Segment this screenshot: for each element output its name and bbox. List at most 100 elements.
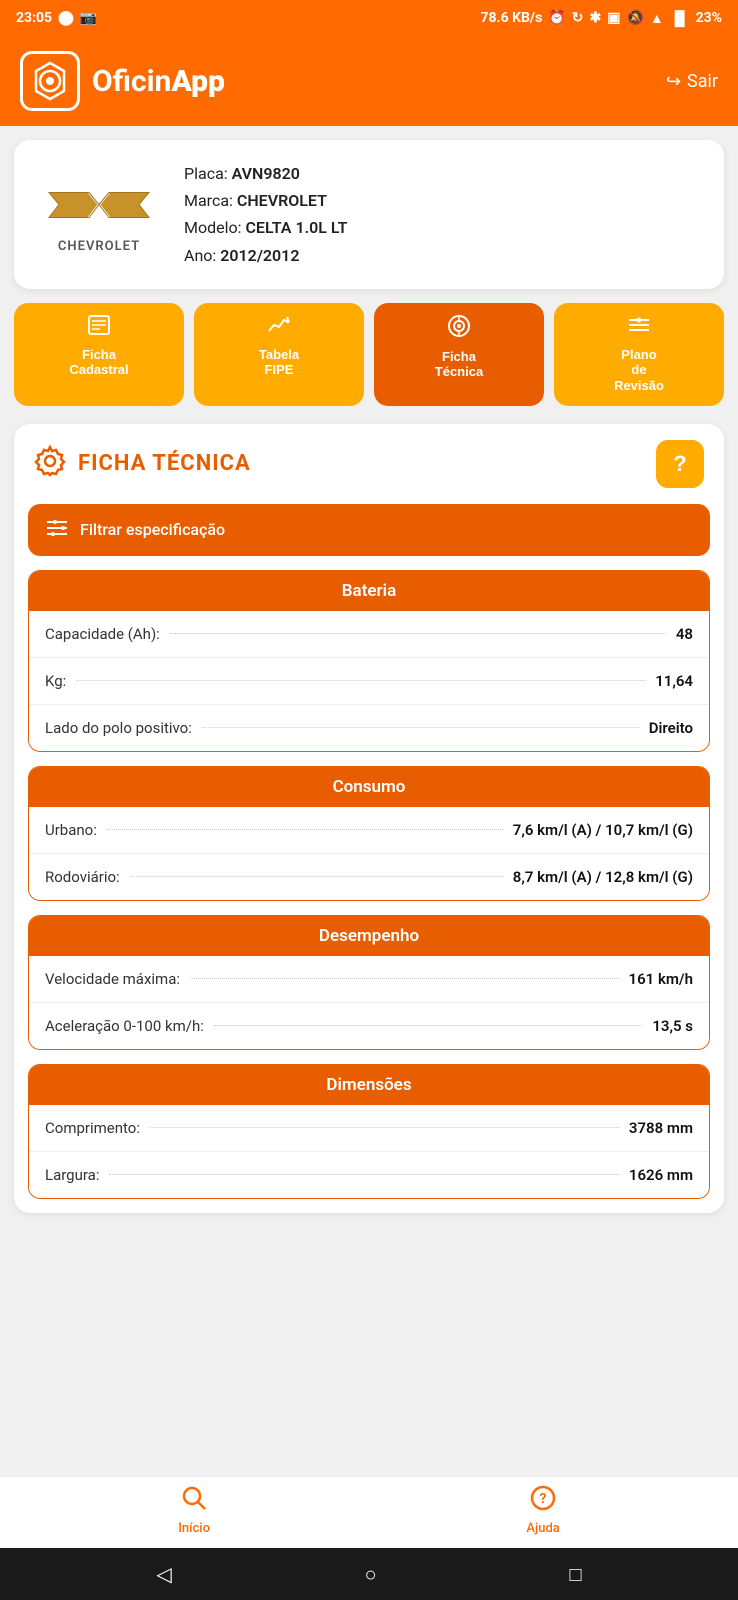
spec-dots-velocidade — [190, 978, 619, 979]
status-bar-right: 78.6 KB/s ⏰ ↻ ✱ ▣ 🔕 ▲ ▐▌ 23% — [480, 10, 722, 27]
spec-section-dimensoes: Dimensões Comprimento: 3788 mm Largura: … — [28, 1064, 710, 1199]
brand-value: CHEVROLET — [237, 191, 327, 210]
tab-buttons: FichaCadastral TabelaFIPE — [14, 303, 724, 410]
android-recent-button[interactable]: □ — [569, 1562, 581, 1587]
spec-label-polo: Lado do polo positivo: — [45, 719, 192, 737]
spec-dots-comprimento — [150, 1127, 619, 1128]
help-circle-icon: ? — [530, 1485, 556, 1517]
main-content: CHEVROLET Placa: AVN9820 Marca: CHEVROLE… — [0, 126, 738, 1476]
app-logo-icon — [20, 51, 80, 111]
year-value: 2012/2012 — [220, 246, 299, 265]
spec-row-aceleracao: Aceleração 0-100 km/h: 13,5 s — [29, 1003, 709, 1049]
plate-label: Placa: — [184, 164, 232, 183]
android-back-button[interactable]: ◁ — [156, 1562, 171, 1586]
spec-value-polo: Direito — [649, 719, 693, 737]
filter-label: Filtrar especificação — [80, 520, 225, 539]
bottom-nav: Início ? Ajuda — [0, 1476, 738, 1548]
vehicle-logo-area: CHEVROLET — [34, 175, 164, 254]
app-name: OficinApp — [92, 64, 225, 99]
nav-inicio-label: Início — [178, 1521, 210, 1536]
tab-tabela-fipe[interactable]: TabelaFIPE — [194, 303, 364, 406]
spec-section-desempenho: Desempenho Velocidade máxima: 161 km/h A… — [28, 915, 710, 1050]
spec-value-largura: 1626 mm — [629, 1166, 693, 1184]
model-label: Modelo: — [184, 218, 245, 237]
model-value: CELTA 1.0L LT — [245, 218, 347, 237]
logo-svg — [30, 61, 70, 101]
spec-row-largura: Largura: 1626 mm — [29, 1152, 709, 1198]
tab-plano-revisao[interactable]: PlanodeRevisão — [554, 303, 724, 406]
ficha-title-area: FICHA TÉCNICA — [34, 445, 251, 483]
app-name-bold: App — [171, 64, 225, 99]
spec-row-urbano: Urbano: 7,6 km/l (A) / 10,7 km/l (G) — [29, 807, 709, 854]
logout-button[interactable]: ↪ Sair — [666, 71, 718, 92]
spec-value-aceleracao: 13,5 s — [652, 1017, 693, 1035]
ficha-title-text: FICHA TÉCNICA — [78, 451, 251, 476]
spec-section-consumo: Consumo Urbano: 7,6 km/l (A) / 10,7 km/l… — [28, 766, 710, 901]
status-bluetooth-icon: ✱ — [589, 10, 601, 26]
vehicle-brand-text: CHEVROLET — [58, 239, 140, 254]
spec-row-velocidade: Velocidade máxima: 161 km/h — [29, 956, 709, 1003]
status-bar-left: 23:05 ⬤ 📷 — [16, 10, 97, 26]
spec-dots-urbano — [107, 829, 503, 830]
spec-label-kg: Kg: — [45, 672, 66, 690]
spec-value-velocidade: 161 km/h — [629, 970, 693, 988]
android-home-button[interactable]: ○ — [365, 1562, 377, 1587]
logo-area: OficinApp — [20, 51, 225, 111]
status-time: 23:05 — [16, 10, 52, 26]
header: OficinApp ↪ Sair — [0, 36, 738, 126]
filter-icon — [46, 518, 68, 542]
status-nfc-icon: ▣ — [607, 10, 620, 26]
spec-row-capacidade: Capacidade (Ah): 48 — [29, 611, 709, 658]
status-battery: 23% — [696, 10, 722, 26]
spec-label-capacidade: Capacidade (Ah): — [45, 625, 160, 643]
nav-ajuda[interactable]: ? Ajuda — [526, 1485, 559, 1536]
status-lte-icon: ▐▌ — [670, 10, 690, 27]
nav-ajuda-label: Ajuda — [526, 1521, 559, 1536]
vehicle-year: Ano: 2012/2012 — [184, 242, 704, 269]
filter-bar[interactable]: Filtrar especificação — [28, 504, 710, 556]
spec-row-polo: Lado do polo positivo: Direito — [29, 705, 709, 751]
year-label: Ano: — [184, 246, 220, 265]
spec-dots-rodoviario — [130, 876, 503, 877]
search-icon — [181, 1485, 207, 1517]
spec-row-rodoviario: Rodoviário: 8,7 km/l (A) / 12,8 km/l (G) — [29, 854, 709, 900]
spec-dots-aceleracao — [214, 1025, 642, 1026]
spec-header-desempenho: Desempenho — [29, 916, 709, 956]
status-bar: 23:05 ⬤ 📷 78.6 KB/s ⏰ ↻ ✱ ▣ 🔕 ▲ ▐▌ 23% — [0, 0, 738, 36]
spec-value-capacidade: 48 — [676, 625, 693, 643]
logout-icon: ↪ — [666, 71, 681, 92]
status-speed: 78.6 KB/s — [480, 10, 542, 26]
spec-dots-largura — [109, 1174, 618, 1175]
tab-revisao-label: PlanodeRevisão — [614, 347, 664, 394]
tab-tecnica-label: FichaTécnica — [435, 349, 483, 380]
tab-cadastral-icon — [88, 315, 110, 341]
brand-label: Marca: — [184, 191, 237, 210]
vehicle-card: CHEVROLET Placa: AVN9820 Marca: CHEVROLE… — [14, 140, 724, 289]
spec-row-comprimento: Comprimento: 3788 mm — [29, 1105, 709, 1152]
spec-label-comprimento: Comprimento: — [45, 1119, 140, 1137]
help-icon: ? — [673, 451, 686, 477]
tab-ficha-cadastral[interactable]: FichaCadastral — [14, 303, 184, 406]
svg-text:?: ? — [540, 1491, 547, 1507]
tab-fipe-label: TabelaFIPE — [259, 347, 299, 378]
status-icon-camera: 📷 — [80, 10, 97, 26]
tab-ficha-tecnica[interactable]: FichaTécnica — [374, 303, 544, 406]
spec-header-dimensoes: Dimensões — [29, 1065, 709, 1105]
spec-dots — [170, 633, 666, 634]
spec-row-kg: Kg: 11,64 — [29, 658, 709, 705]
vehicle-plate: Placa: AVN9820 — [184, 160, 704, 187]
tab-tecnica-icon — [448, 315, 470, 343]
spec-value-comprimento: 3788 mm — [629, 1119, 693, 1137]
tab-revisao-icon — [628, 315, 650, 341]
nav-inicio[interactable]: Início — [178, 1485, 210, 1536]
spec-header-bateria: Bateria — [29, 571, 709, 611]
status-silent-icon: 🔕 — [626, 10, 643, 26]
status-icon-mastercard: ⬤ — [58, 10, 74, 26]
vehicle-model: Modelo: CELTA 1.0L LT — [184, 214, 704, 241]
spec-section-bateria: Bateria Capacidade (Ah): 48 Kg: 11,64 La… — [28, 570, 710, 752]
tab-cadastral-label: FichaCadastral — [69, 347, 128, 378]
logout-label: Sair — [687, 71, 718, 92]
vehicle-brand: Marca: CHEVROLET — [184, 187, 704, 214]
chevrolet-logo-svg — [44, 175, 154, 235]
help-button[interactable]: ? — [656, 440, 704, 488]
